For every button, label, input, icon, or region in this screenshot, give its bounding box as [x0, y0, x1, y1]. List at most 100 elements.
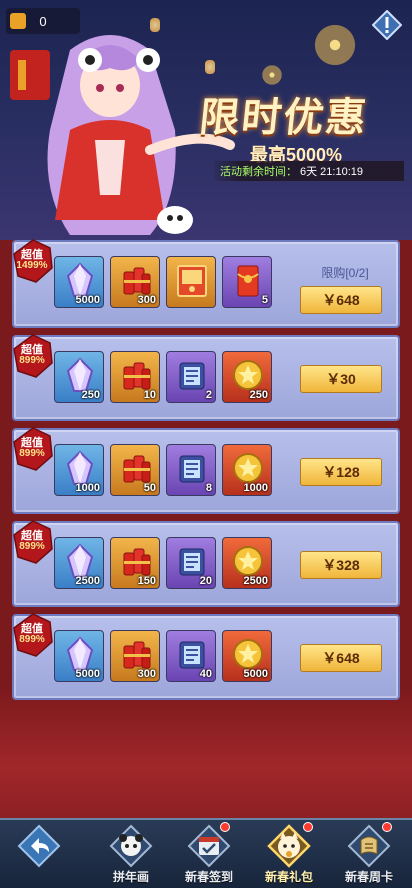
event-timer: 活动剩余时间： 6天 21:10:19 — [214, 161, 404, 181]
scroll-ticket-icon — [179, 455, 205, 483]
reward-quantity: 300 — [137, 668, 156, 680]
value-badge: 超值 1499% — [12, 238, 54, 284]
reward-quantity: 8 — [205, 482, 212, 494]
crystal-icon — [66, 357, 94, 392]
gold-medal-icon — [233, 639, 263, 669]
gold-ingot-icon — [10, 13, 26, 29]
back-button[interactable] — [0, 820, 78, 888]
reward-item[interactable]: 40 — [166, 630, 216, 682]
promo-title-group: 限时优惠 最高5000% — [197, 85, 400, 167]
reward-item[interactable] — [166, 256, 216, 308]
panda-face-icon — [109, 824, 153, 868]
reward-item[interactable]: 1000 — [54, 444, 104, 496]
badge-percent: 899% — [19, 448, 45, 459]
reward-quantity: 10 — [143, 389, 156, 401]
notification-dot — [382, 822, 392, 832]
reward-item[interactable]: 2 — [166, 351, 216, 403]
crystal-icon — [66, 543, 94, 578]
reward-item[interactable]: 300 — [110, 630, 160, 682]
reward-item[interactable]: 20 — [166, 537, 216, 589]
reward-item[interactable]: 2500 — [222, 537, 272, 589]
nav-tab[interactable]: 新春周卡 — [330, 820, 408, 888]
reward-quantity: 5 — [261, 294, 268, 306]
crystal-icon — [66, 636, 94, 671]
reward-item[interactable]: 1000 — [222, 444, 272, 496]
footer-backdrop — [0, 690, 412, 820]
reward-quantity: 250 — [249, 389, 268, 401]
reward-items: 5000 300 40 5000 — [54, 630, 272, 682]
pack-card: 超值 899% 1000 50 8 1000 ￥128 — [12, 426, 400, 514]
reward-quantity: 2 — [205, 389, 212, 401]
reward-quantity: 20 — [199, 575, 212, 587]
reward-items: 5000 300 5 — [54, 256, 272, 308]
reward-quantity: 250 — [81, 389, 100, 401]
hero-banner: 0 限时优惠 最高5000% 活动剩余时间： 6天 21:10:19 — [0, 0, 412, 240]
pack-card: 超值 899% 5000 300 40 5000 ￥648 — [12, 612, 400, 700]
reward-item[interactable]: 10 — [110, 351, 160, 403]
red-envelope-icon — [237, 265, 259, 297]
pack-card: 超值 899% 2500 150 20 2500 ￥328 — [12, 519, 400, 607]
currency-amount: 0 — [39, 13, 47, 29]
reward-item[interactable]: 250 — [222, 351, 272, 403]
timer-value: 6天 21:10:19 — [300, 166, 363, 178]
value-badge: 超值 899% — [12, 519, 54, 565]
pack-card: 超值 1499% 5000 300 5 限购[0/2] ￥648 — [12, 238, 400, 328]
purchase-limit: 限购[0/2] — [321, 266, 369, 280]
reward-item[interactable]: 2500 — [54, 537, 104, 589]
firecracker-icon — [123, 641, 151, 669]
gold-medal-icon — [233, 546, 263, 576]
reward-quantity: 150 — [137, 575, 156, 587]
reward-item[interactable]: 5000 — [54, 256, 104, 308]
reward-item[interactable]: 5000 — [222, 630, 272, 682]
scroll-ticket-icon — [179, 548, 205, 576]
pack-list: 超值 1499% 5000 300 5 限购[0/2] ￥648 超值 899% — [12, 238, 400, 707]
currency-counter[interactable]: 0 — [6, 8, 80, 34]
badge-percent: 899% — [19, 634, 45, 645]
nav-tab-label: 新春签到 — [184, 870, 233, 884]
reward-item[interactable]: 300 — [110, 256, 160, 308]
reward-quantity: 1000 — [243, 482, 268, 494]
firecracker-icon — [123, 548, 151, 576]
buy-button[interactable]: ￥648 — [300, 286, 382, 314]
nav-tab-label: 新春礼包 — [264, 870, 313, 884]
firecracker-icon — [123, 267, 151, 295]
reward-item[interactable]: 8 — [166, 444, 216, 496]
back-arrow-icon — [17, 824, 61, 868]
reward-quantity: 40 — [199, 668, 212, 680]
buy-button[interactable]: ￥128 — [300, 458, 382, 486]
nav-tab-label: 新春周卡 — [344, 870, 393, 884]
pack-card: 超值 899% 250 10 2 250 ￥30 — [12, 334, 400, 421]
gold-medal-icon — [233, 453, 263, 483]
card-pack-icon — [177, 265, 207, 297]
nav-tab[interactable]: 拼年画 — [92, 820, 170, 888]
reward-item[interactable]: 250 — [54, 351, 104, 403]
notification-dot — [220, 822, 230, 832]
buy-button[interactable]: ￥30 — [300, 365, 382, 393]
scroll-ticket-icon — [179, 641, 205, 669]
reward-item[interactable]: 5000 — [54, 630, 104, 682]
reward-quantity: 1000 — [75, 482, 100, 494]
firecracker-icon — [123, 362, 151, 390]
nav-tab[interactable]: 新春签到 — [170, 820, 248, 888]
firework-decoration — [300, 10, 370, 80]
info-icon[interactable] — [372, 10, 402, 40]
reward-quantity: 5000 — [75, 294, 100, 306]
nav-tab-label: 拼年画 — [112, 870, 149, 884]
reward-item[interactable]: 150 — [110, 537, 160, 589]
reward-quantity: 2500 — [243, 575, 268, 587]
crystal-icon — [66, 450, 94, 485]
notification-dot — [303, 822, 313, 832]
scroll-ticket-icon — [179, 362, 205, 390]
buy-button[interactable]: ￥328 — [300, 551, 382, 579]
value-badge: 超值 899% — [12, 426, 54, 472]
badge-percent: 1499% — [16, 260, 48, 271]
reward-quantity: 50 — [143, 482, 156, 494]
reward-item[interactable]: 5 — [222, 256, 272, 308]
nav-tab[interactable]: 新春礼包 — [250, 820, 328, 888]
buy-button[interactable]: ￥648 — [300, 644, 382, 672]
reward-item[interactable]: 50 — [110, 444, 160, 496]
crystal-icon — [66, 262, 94, 297]
value-badge: 超值 899% — [12, 612, 54, 658]
reward-items: 2500 150 20 2500 — [54, 537, 272, 589]
timer-label: 活动剩余时间： — [220, 166, 297, 178]
